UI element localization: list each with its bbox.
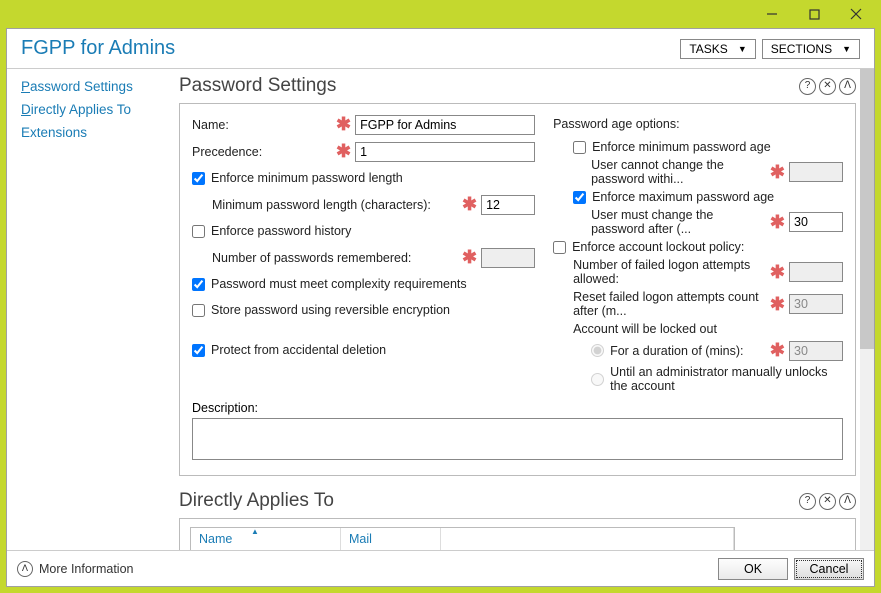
nav-label: assword Settings [30,79,133,94]
duration-label: For a duration of (mins): [610,344,766,358]
col-empty-header [441,528,734,550]
scrollbar-thumb[interactable] [860,69,874,349]
complexity-label: Password must meet complexity requiremen… [211,277,467,291]
more-label: More Information [39,562,133,576]
min-age-label: User cannot change the password withi... [591,158,766,186]
password-settings-panel: Name:✱ Precedence:✱ Enforce minimum pass… [179,103,856,476]
required-icon: ✱ [458,194,481,215]
history-label: Number of passwords remembered: [212,251,458,265]
max-age-input[interactable] [789,212,843,232]
min-length-label: Minimum password length (characters): [212,198,458,212]
applies-grid: Name▲ Mail Domain Admins [190,527,735,550]
more-information[interactable]: ꓥ More Information [17,561,133,577]
page-title: FGPP for Admins [21,37,175,60]
min-age-input [789,162,843,182]
nav-label: irectly Applies To [31,102,131,117]
protect-deletion-checkbox[interactable] [192,344,205,357]
history-input [481,248,535,268]
enforce-max-age-label: Enforce maximum password age [592,190,774,204]
sections-dropdown[interactable]: SECTIONS ▼ [762,39,860,59]
col-name-header[interactable]: Name ▲ [191,528,341,550]
maximize-button[interactable] [793,2,835,26]
reset-count-input [789,294,843,314]
left-nav: Password Settings Directly Applies To Ex… [7,69,177,550]
enforce-min-age-label: Enforce minimum password age [592,140,771,154]
duration-radio [591,344,604,357]
close-section-button[interactable]: ✕ [819,78,836,95]
help-button[interactable]: ? [799,78,816,95]
required-icon: ✱ [766,294,789,315]
sections-label: SECTIONS [771,42,832,56]
duration-input [789,341,843,361]
section-title-password-settings: Password Settings [179,75,336,97]
nav-password-settings[interactable]: Password Settings [21,79,169,94]
reversible-label: Store password using reversible encrypti… [211,303,450,317]
header-bar: FGPP for Admins TASKS ▼ SECTIONS ▼ [7,29,874,69]
max-age-label: User must change the password after (... [591,208,766,236]
description-input[interactable] [192,418,843,460]
directly-applies-panel: Name▲ Mail Domain Admins Add... Remove [179,518,856,550]
close-section-button[interactable]: ✕ [819,493,836,510]
col-name-text: Name [199,532,232,546]
enforce-max-age-checkbox[interactable] [573,191,586,204]
window: FGPP for Admins TASKS ▼ SECTIONS ▼ Passwor… [6,28,875,587]
sort-asc-icon: ▲ [251,527,259,536]
required-icon: ✱ [332,141,355,162]
reversible-checkbox[interactable] [192,304,205,317]
required-icon: ✱ [766,262,789,283]
enforce-lockout-checkbox[interactable] [553,241,566,254]
tasks-label: TASKS [689,42,727,56]
col-mail-header[interactable]: Mail [341,528,441,550]
nav-directly-applies[interactable]: Directly Applies To [21,102,169,117]
nav-extensions[interactable]: Extensions [21,125,169,140]
precedence-label: Precedence: [192,145,332,159]
tasks-dropdown[interactable]: TASKS ▼ [680,39,755,59]
enforce-min-age-checkbox[interactable] [573,141,586,154]
collapse-section-button[interactable]: ꓥ [839,78,856,95]
content-area: Password Settings ? ✕ ꓥ Name:✱ Precedenc… [177,69,874,550]
until-unlock-label: Until an administrator manually unlocks … [610,365,843,393]
chevron-down-icon: ▼ [842,44,851,54]
locked-out-label: Account will be locked out [553,322,843,336]
required-icon: ✱ [766,212,789,233]
enforce-history-checkbox[interactable] [192,225,205,238]
cancel-button[interactable]: Cancel [794,558,864,580]
description-label: Description: [192,401,843,415]
required-icon: ✱ [332,114,355,135]
chevron-up-icon: ꓥ [17,561,33,577]
reset-count-label: Reset failed logon attempts count after … [573,290,766,318]
enforce-min-length-checkbox[interactable] [192,172,205,185]
section-title-directly-applies: Directly Applies To [179,490,334,512]
chevron-down-icon: ▼ [738,44,747,54]
required-icon: ✱ [458,247,481,268]
required-icon: ✱ [766,162,789,183]
title-bar [0,0,881,28]
protect-deletion-label: Protect from accidental deletion [211,343,386,357]
footer: ꓥ More Information OK Cancel [7,550,874,586]
minimize-button[interactable] [751,2,793,26]
age-options-label: Password age options: [553,114,843,134]
ok-button[interactable]: OK [718,558,788,580]
close-button[interactable] [835,2,877,26]
name-input[interactable] [355,115,535,135]
scrollbar[interactable] [860,69,874,550]
failed-attempts-input [789,262,843,282]
min-length-input[interactable] [481,195,535,215]
until-unlock-radio [591,373,604,386]
help-button[interactable]: ? [799,493,816,510]
enforce-min-length-label: Enforce minimum password length [211,171,403,185]
failed-attempts-label: Number of failed logon attempts allowed: [573,258,766,286]
collapse-section-button[interactable]: ꓥ [839,493,856,510]
complexity-checkbox[interactable] [192,278,205,291]
enforce-lockout-label: Enforce account lockout policy: [572,240,744,254]
required-icon: ✱ [766,340,789,361]
enforce-history-label: Enforce password history [211,224,351,238]
name-label: Name: [192,118,332,132]
precedence-input[interactable] [355,142,535,162]
